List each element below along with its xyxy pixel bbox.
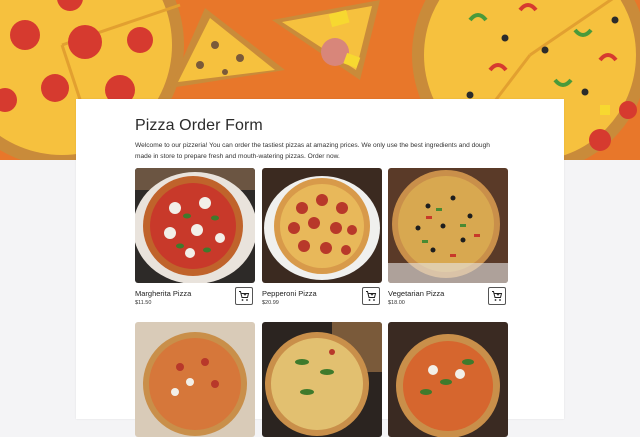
pizza-photo (262, 322, 382, 437)
add-to-cart-button[interactable] (235, 287, 253, 305)
pepperoni-pizza-photo (262, 168, 382, 283)
product-price: $11.50 (135, 300, 152, 306)
product-price: $20.99 (262, 300, 279, 306)
add-to-cart-icon (239, 291, 250, 301)
add-to-cart-button[interactable] (488, 287, 506, 305)
product-name: Margherita Pizza (135, 289, 192, 298)
banner-slice-pepperoni (272, 0, 380, 80)
pizza-photo (135, 322, 255, 437)
add-to-cart-button[interactable] (362, 287, 380, 305)
product-name: Vegetarian Pizza (388, 289, 445, 298)
form-description: Welcome to our pizzeria! You can order t… (135, 142, 490, 160)
form-title: Pizza Order Form (135, 117, 263, 134)
product-price: $18.00 (388, 300, 405, 306)
pizza-photo (388, 322, 508, 437)
order-form-card: Pizza Order Form Welcome to our pizzeria… (76, 99, 564, 437)
product-name: Pepperoni Pizza (262, 289, 317, 298)
add-to-cart-icon (492, 291, 503, 301)
margherita-pizza-photo (135, 168, 255, 283)
vegetarian-pizza-photo (388, 168, 508, 283)
banner-slice-mushroom (170, 8, 285, 88)
add-to-cart-icon (366, 291, 377, 301)
